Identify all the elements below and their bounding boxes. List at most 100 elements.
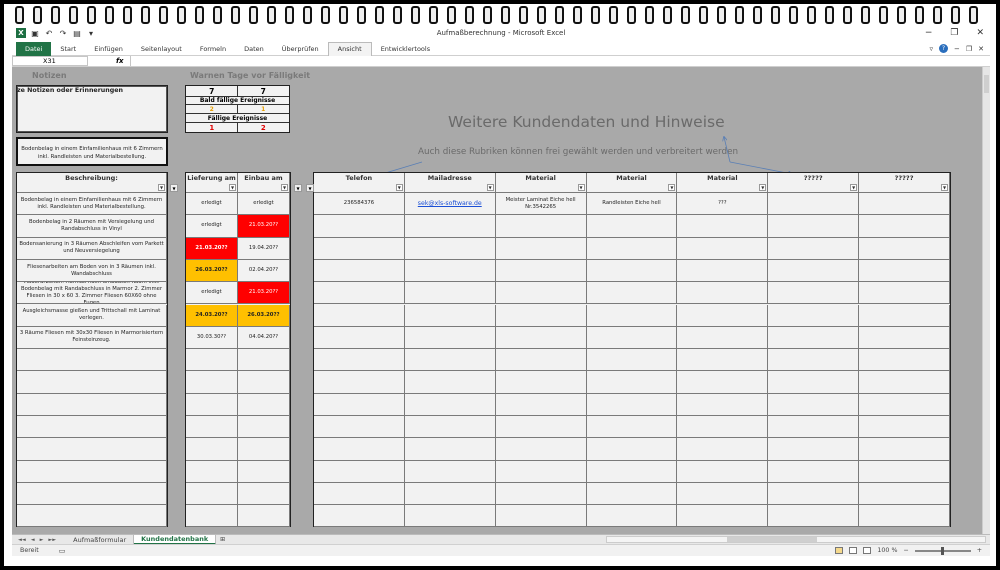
description-cell[interactable] — [17, 460, 167, 483]
custom1-cell[interactable] — [768, 237, 860, 260]
delivery-date-cell[interactable]: 30.03.30?? — [186, 326, 238, 350]
material2-cell[interactable] — [586, 215, 678, 238]
filter-dropdown-icon[interactable]: ▼ — [294, 184, 302, 192]
delivery-date-cell[interactable] — [186, 482, 238, 506]
material2-cell[interactable] — [586, 505, 678, 528]
email-cell[interactable] — [404, 282, 496, 305]
custom2-cell[interactable] — [859, 505, 950, 528]
material2-cell[interactable] — [586, 416, 678, 439]
custom1-cell[interactable] — [768, 282, 860, 305]
doc-close-icon[interactable]: ✕ — [978, 45, 984, 53]
tab-aufmassformular[interactable]: Aufmaßformular — [66, 534, 135, 545]
description-cell[interactable]: 3 Räume Fliesen mit 30x30 Fliesen in Mar… — [17, 326, 167, 350]
material3-cell[interactable] — [677, 438, 769, 461]
custom2-cell[interactable] — [859, 349, 950, 372]
page-layout-view-icon[interactable] — [849, 547, 858, 554]
email-cell[interactable] — [404, 482, 496, 506]
description-cell[interactable] — [17, 438, 167, 461]
filter-dropdown-icon[interactable]: ▼ — [759, 184, 767, 191]
material1-cell[interactable] — [495, 438, 587, 461]
install-date-cell[interactable]: 19.04.20?? — [238, 237, 290, 260]
material1-cell[interactable] — [495, 505, 587, 528]
phone-cell[interactable] — [314, 505, 405, 528]
ribbon-tab[interactable]: Entwicklertools — [372, 42, 439, 56]
material3-cell[interactable] — [677, 304, 769, 327]
phone-cell[interactable] — [314, 326, 405, 350]
email-cell[interactable] — [404, 505, 496, 528]
filter-dropdown-icon[interactable]: ▼ — [170, 184, 178, 192]
email-cell[interactable] — [404, 304, 496, 327]
custom2-cell[interactable] — [859, 259, 950, 283]
macro-record-icon[interactable]: ▭ — [59, 547, 66, 555]
filter-dropdown-icon[interactable]: ▼ — [306, 184, 314, 192]
phone-cell[interactable] — [314, 259, 405, 283]
install-date-cell[interactable] — [238, 371, 290, 394]
ribbon-tab[interactable]: Datei — [16, 41, 52, 56]
custom1-cell[interactable] — [768, 304, 860, 327]
zoom-in-button[interactable]: + — [977, 547, 982, 554]
custom2-cell[interactable] — [859, 393, 950, 416]
email-cell[interactable]: sek@xls-software.de — [404, 193, 496, 216]
email-link[interactable]: sek@xls-software.de — [418, 200, 482, 207]
material2-cell[interactable] — [586, 438, 678, 461]
phone-cell[interactable] — [314, 416, 405, 439]
horizontal-scrollbar[interactable] — [606, 536, 986, 543]
email-cell[interactable] — [404, 438, 496, 461]
ribbon-tab[interactable]: Formeln — [191, 42, 235, 56]
material2-cell[interactable] — [586, 259, 678, 283]
custom2-cell[interactable] — [859, 482, 950, 506]
custom2-cell[interactable] — [859, 438, 950, 461]
install-date-cell[interactable] — [238, 393, 290, 416]
email-cell[interactable] — [404, 416, 496, 439]
collapse-ribbon-icon[interactable]: ▿ — [929, 45, 933, 53]
phone-cell[interactable] — [314, 237, 405, 260]
install-date-cell[interactable]: 21.03.20?? — [238, 282, 290, 305]
material1-cell[interactable] — [495, 460, 587, 483]
worksheet[interactable]: Notizen Warnen Tage vor Fälligkeit ze No… — [12, 67, 982, 534]
material1-cell[interactable] — [495, 259, 587, 283]
material3-cell[interactable] — [677, 259, 769, 283]
phone-cell[interactable] — [314, 215, 405, 238]
vertical-scrollbar[interactable] — [982, 67, 990, 534]
material3-cell[interactable] — [677, 416, 769, 439]
description-cell[interactable] — [17, 349, 167, 372]
phone-cell[interactable] — [314, 349, 405, 372]
material1-cell[interactable]: Meister Laminat Eiche hell Nr.3542265 — [495, 193, 587, 216]
sheet-nav-button[interactable]: ◄ — [31, 537, 35, 543]
material1-cell[interactable] — [495, 349, 587, 372]
custom1-cell[interactable] — [768, 193, 860, 216]
delivery-date-cell[interactable] — [186, 393, 238, 416]
email-cell[interactable] — [404, 326, 496, 350]
zoom-slider[interactable] — [914, 546, 971, 555]
material1-cell[interactable] — [495, 326, 587, 350]
install-date-cell[interactable]: 26.03.20?? — [238, 304, 290, 327]
material1-cell[interactable] — [495, 482, 587, 506]
material1-cell[interactable] — [495, 304, 587, 327]
material1-cell[interactable] — [495, 282, 587, 305]
phone-cell[interactable]: 236584376 — [314, 193, 405, 216]
custom2-cell[interactable] — [859, 371, 950, 394]
material2-cell[interactable]: Randleisten Eiche hell — [586, 193, 678, 216]
phone-cell[interactable] — [314, 304, 405, 327]
install-date-cell[interactable]: 04.04.20?? — [238, 326, 290, 350]
phone-cell[interactable] — [314, 482, 405, 506]
page-break-view-icon[interactable] — [863, 547, 872, 554]
minimize-button[interactable]: − — [925, 28, 933, 38]
zoom-level[interactable]: 100 % — [877, 547, 897, 554]
sheet-nav-button[interactable]: ► — [40, 537, 44, 543]
custom1-cell[interactable] — [768, 460, 860, 483]
ribbon-tab[interactable]: Start — [51, 42, 85, 56]
custom1-cell[interactable] — [768, 349, 860, 372]
delivery-date-cell[interactable]: 26.03.20?? — [186, 259, 238, 283]
email-cell[interactable] — [404, 349, 496, 372]
normal-view-icon[interactable] — [835, 547, 844, 554]
material2-cell[interactable] — [586, 237, 678, 260]
filter-dropdown-icon[interactable]: ▼ — [486, 184, 494, 191]
delivery-date-cell[interactable]: erledigt — [186, 215, 238, 238]
filter-dropdown-icon[interactable]: ▼ — [850, 184, 858, 191]
material2-cell[interactable] — [586, 349, 678, 372]
custom2-cell[interactable] — [859, 304, 950, 327]
description-cell[interactable] — [17, 371, 167, 394]
material3-cell[interactable] — [677, 326, 769, 350]
sheet-nav-button[interactable]: ►► — [48, 537, 56, 543]
